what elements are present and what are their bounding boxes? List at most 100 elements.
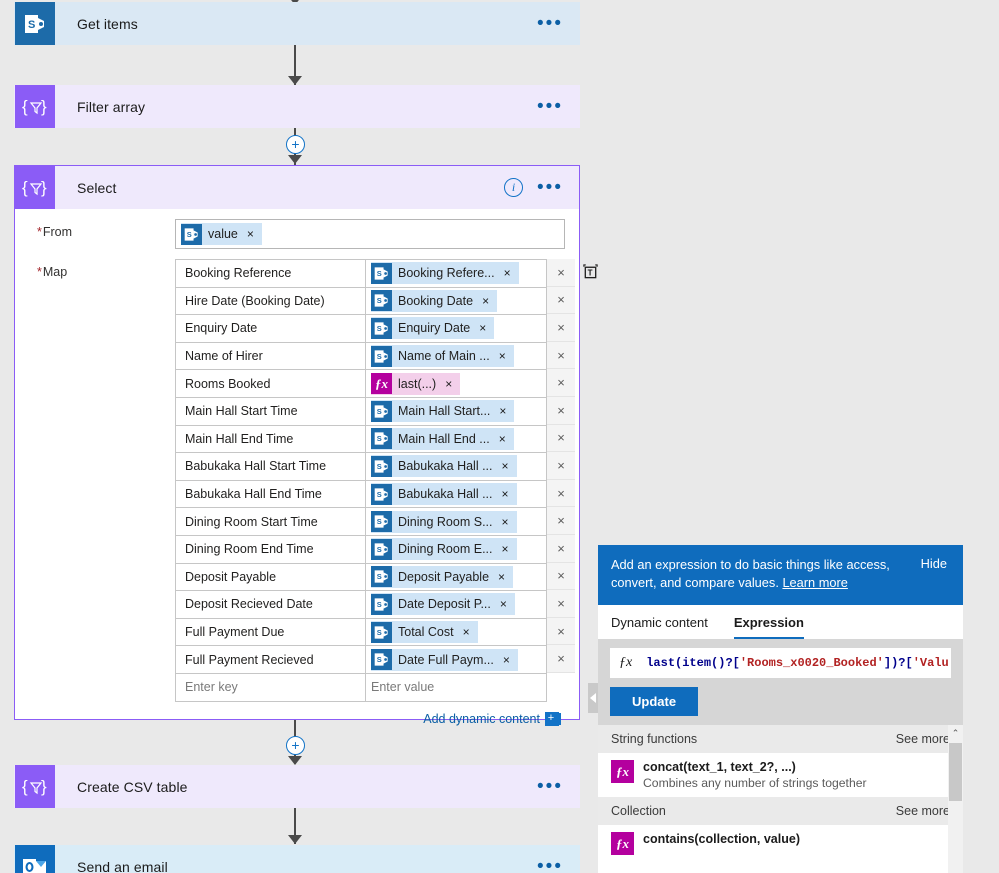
insert-step-button[interactable]: +: [286, 736, 305, 755]
delete-map-row-button[interactable]: ×: [547, 590, 575, 618]
map-key-input[interactable]: Full Payment Recieved: [176, 646, 366, 673]
delete-map-row-button[interactable]: ×: [547, 286, 575, 315]
flow-card-create-csv-table[interactable]: { } Create CSV table •••: [14, 765, 580, 808]
expression-input[interactable]: ƒx last(item()?['Rooms_x0020_Booked'])?[…: [610, 648, 951, 678]
see-more-link[interactable]: See more: [896, 804, 950, 818]
more-menu-icon[interactable]: •••: [537, 777, 563, 796]
insert-step-button[interactable]: +: [286, 135, 305, 154]
token-chip[interactable]: S Main Hall End ... ×: [371, 427, 514, 450]
map-value-input[interactable]: S Enquiry Date ×: [366, 315, 546, 342]
function-list-item[interactable]: ƒx concat(text_1, text_2?, ...) Combines a…: [598, 753, 963, 797]
map-key-input[interactable]: Booking Reference: [176, 260, 366, 287]
map-value-input[interactable]: S Main Hall Start... ×: [366, 398, 546, 425]
delete-map-row-button[interactable]: ×: [547, 534, 575, 563]
map-key-input[interactable]: Main Hall End Time: [176, 425, 366, 453]
remove-token-icon[interactable]: ×: [499, 404, 506, 418]
more-menu-icon[interactable]: •••: [537, 97, 563, 116]
map-value-input[interactable]: S Date Deposit P... ×: [366, 591, 546, 618]
remove-token-icon[interactable]: ×: [499, 432, 506, 446]
delete-map-row-button[interactable]: ×: [547, 479, 575, 508]
map-value-input[interactable]: S Booking Date ×: [366, 288, 546, 315]
map-key-input[interactable]: Name of Hirer: [176, 342, 366, 370]
remove-token-icon[interactable]: ×: [463, 625, 470, 639]
remove-token-icon[interactable]: ×: [445, 377, 452, 391]
flow-card-get-items[interactable]: S Get items •••: [14, 2, 580, 45]
map-key-input-empty[interactable]: Enter key: [176, 673, 366, 701]
info-icon[interactable]: i: [504, 178, 524, 197]
function-list-scrollbar[interactable]: ⌃: [948, 725, 963, 873]
remove-token-icon[interactable]: ×: [502, 459, 509, 473]
see-more-link[interactable]: See more: [896, 732, 950, 746]
token-chip[interactable]: S Date Full Paym... ×: [371, 648, 518, 671]
remove-token-icon[interactable]: ×: [504, 266, 511, 280]
map-key-input[interactable]: Dining Room Start Time: [176, 508, 366, 535]
map-value-input[interactable]: S Booking Refere... ×: [366, 260, 546, 287]
delete-map-row-button[interactable]: ×: [547, 424, 575, 453]
map-key-input[interactable]: Deposit Payable: [176, 563, 366, 591]
remove-token-icon[interactable]: ×: [501, 515, 508, 529]
map-value-input[interactable]: S Total Cost ×: [366, 619, 546, 646]
map-value-input[interactable]: S Dining Room E... ×: [366, 536, 546, 563]
delete-map-row-button[interactable]: ×: [547, 645, 575, 673]
more-menu-icon[interactable]: •••: [537, 14, 563, 33]
map-key-input[interactable]: Full Payment Due: [176, 618, 366, 646]
delete-map-row-button[interactable]: ×: [547, 259, 575, 287]
map-value-input[interactable]: S Main Hall End ... ×: [366, 426, 546, 453]
map-key-input[interactable]: Babukaka Hall Start Time: [176, 453, 366, 480]
delete-map-row-button[interactable]: ×: [547, 314, 575, 342]
map-key-input[interactable]: Enquiry Date: [176, 315, 366, 342]
map-key-input[interactable]: Main Hall Start Time: [176, 397, 366, 425]
remove-token-icon[interactable]: ×: [247, 227, 254, 241]
delete-map-row-button[interactable]: ×: [547, 396, 575, 425]
map-value-input[interactable]: ƒx last(...) ×: [366, 370, 546, 397]
map-value-input-empty[interactable]: Enter value: [366, 674, 546, 701]
update-button[interactable]: Update: [610, 687, 699, 716]
map-key-input[interactable]: Babukaka Hall End Time: [176, 480, 366, 508]
token-chip[interactable]: ƒx last(...) ×: [371, 372, 461, 395]
map-value-input[interactable]: S Deposit Payable ×: [366, 564, 546, 591]
delete-map-row-button[interactable]: ×: [547, 562, 575, 591]
map-value-input[interactable]: S Babukaka Hall ... ×: [366, 453, 546, 480]
remove-token-icon[interactable]: ×: [479, 321, 486, 335]
token-chip-value[interactable]: S value ×: [181, 223, 262, 245]
token-chip[interactable]: S Babukaka Hall ... ×: [371, 483, 517, 506]
map-value-input[interactable]: S Date Full Paym... ×: [366, 646, 546, 673]
hide-banner-button[interactable]: Hide: [921, 556, 947, 571]
token-chip[interactable]: S Dining Room E... ×: [371, 538, 517, 561]
delete-map-row-button[interactable]: ×: [547, 369, 575, 397]
delete-map-row-button[interactable]: ×: [547, 617, 575, 646]
tab-expression[interactable]: Expression: [733, 615, 804, 639]
flow-card-send-an-email[interactable]: Send an email •••: [14, 845, 580, 873]
delete-map-row-button[interactable]: ×: [547, 452, 575, 480]
token-chip[interactable]: S Enquiry Date ×: [371, 317, 495, 340]
token-chip[interactable]: S Booking Refere... ×: [371, 262, 519, 285]
flow-card-filter-array[interactable]: { } Filter array •••: [14, 85, 580, 128]
token-chip[interactable]: S Name of Main ... ×: [371, 345, 514, 368]
map-value-input[interactable]: S Dining Room S... ×: [366, 508, 546, 535]
map-value-input[interactable]: S Name of Main ... ×: [366, 343, 546, 370]
more-menu-icon[interactable]: •••: [537, 857, 563, 873]
add-dynamic-content-link[interactable]: Add dynamic content +: [29, 711, 559, 726]
remove-token-icon[interactable]: ×: [482, 294, 489, 308]
remove-token-icon[interactable]: ×: [501, 542, 508, 556]
remove-token-icon[interactable]: ×: [500, 597, 507, 611]
tab-dynamic-content[interactable]: Dynamic content: [611, 615, 708, 639]
from-input[interactable]: S value ×: [175, 219, 565, 249]
scroll-up-arrow[interactable]: ⌃: [948, 725, 963, 741]
remove-token-icon[interactable]: ×: [502, 487, 509, 501]
map-key-input[interactable]: Dining Room End Time: [176, 535, 366, 563]
remove-token-icon[interactable]: ×: [498, 570, 505, 584]
token-chip[interactable]: S Total Cost ×: [371, 621, 478, 644]
token-chip[interactable]: S Date Deposit P... ×: [371, 593, 515, 616]
select-card-header[interactable]: { } Select i •••: [15, 166, 579, 209]
map-value-input[interactable]: S Babukaka Hall ... ×: [366, 481, 546, 508]
map-key-input[interactable]: Hire Date (Booking Date): [176, 287, 366, 315]
token-chip[interactable]: S Babukaka Hall ... ×: [371, 455, 517, 478]
token-chip[interactable]: S Deposit Payable ×: [371, 565, 514, 588]
function-list-item[interactable]: ƒx contains(collection, value): [598, 825, 963, 862]
token-chip[interactable]: S Dining Room S... ×: [371, 510, 517, 533]
token-chip[interactable]: S Booking Date ×: [371, 289, 498, 312]
delete-map-row-button[interactable]: ×: [547, 341, 575, 370]
scrollbar-thumb[interactable]: [949, 743, 962, 801]
learn-more-link[interactable]: Learn more: [782, 575, 847, 590]
